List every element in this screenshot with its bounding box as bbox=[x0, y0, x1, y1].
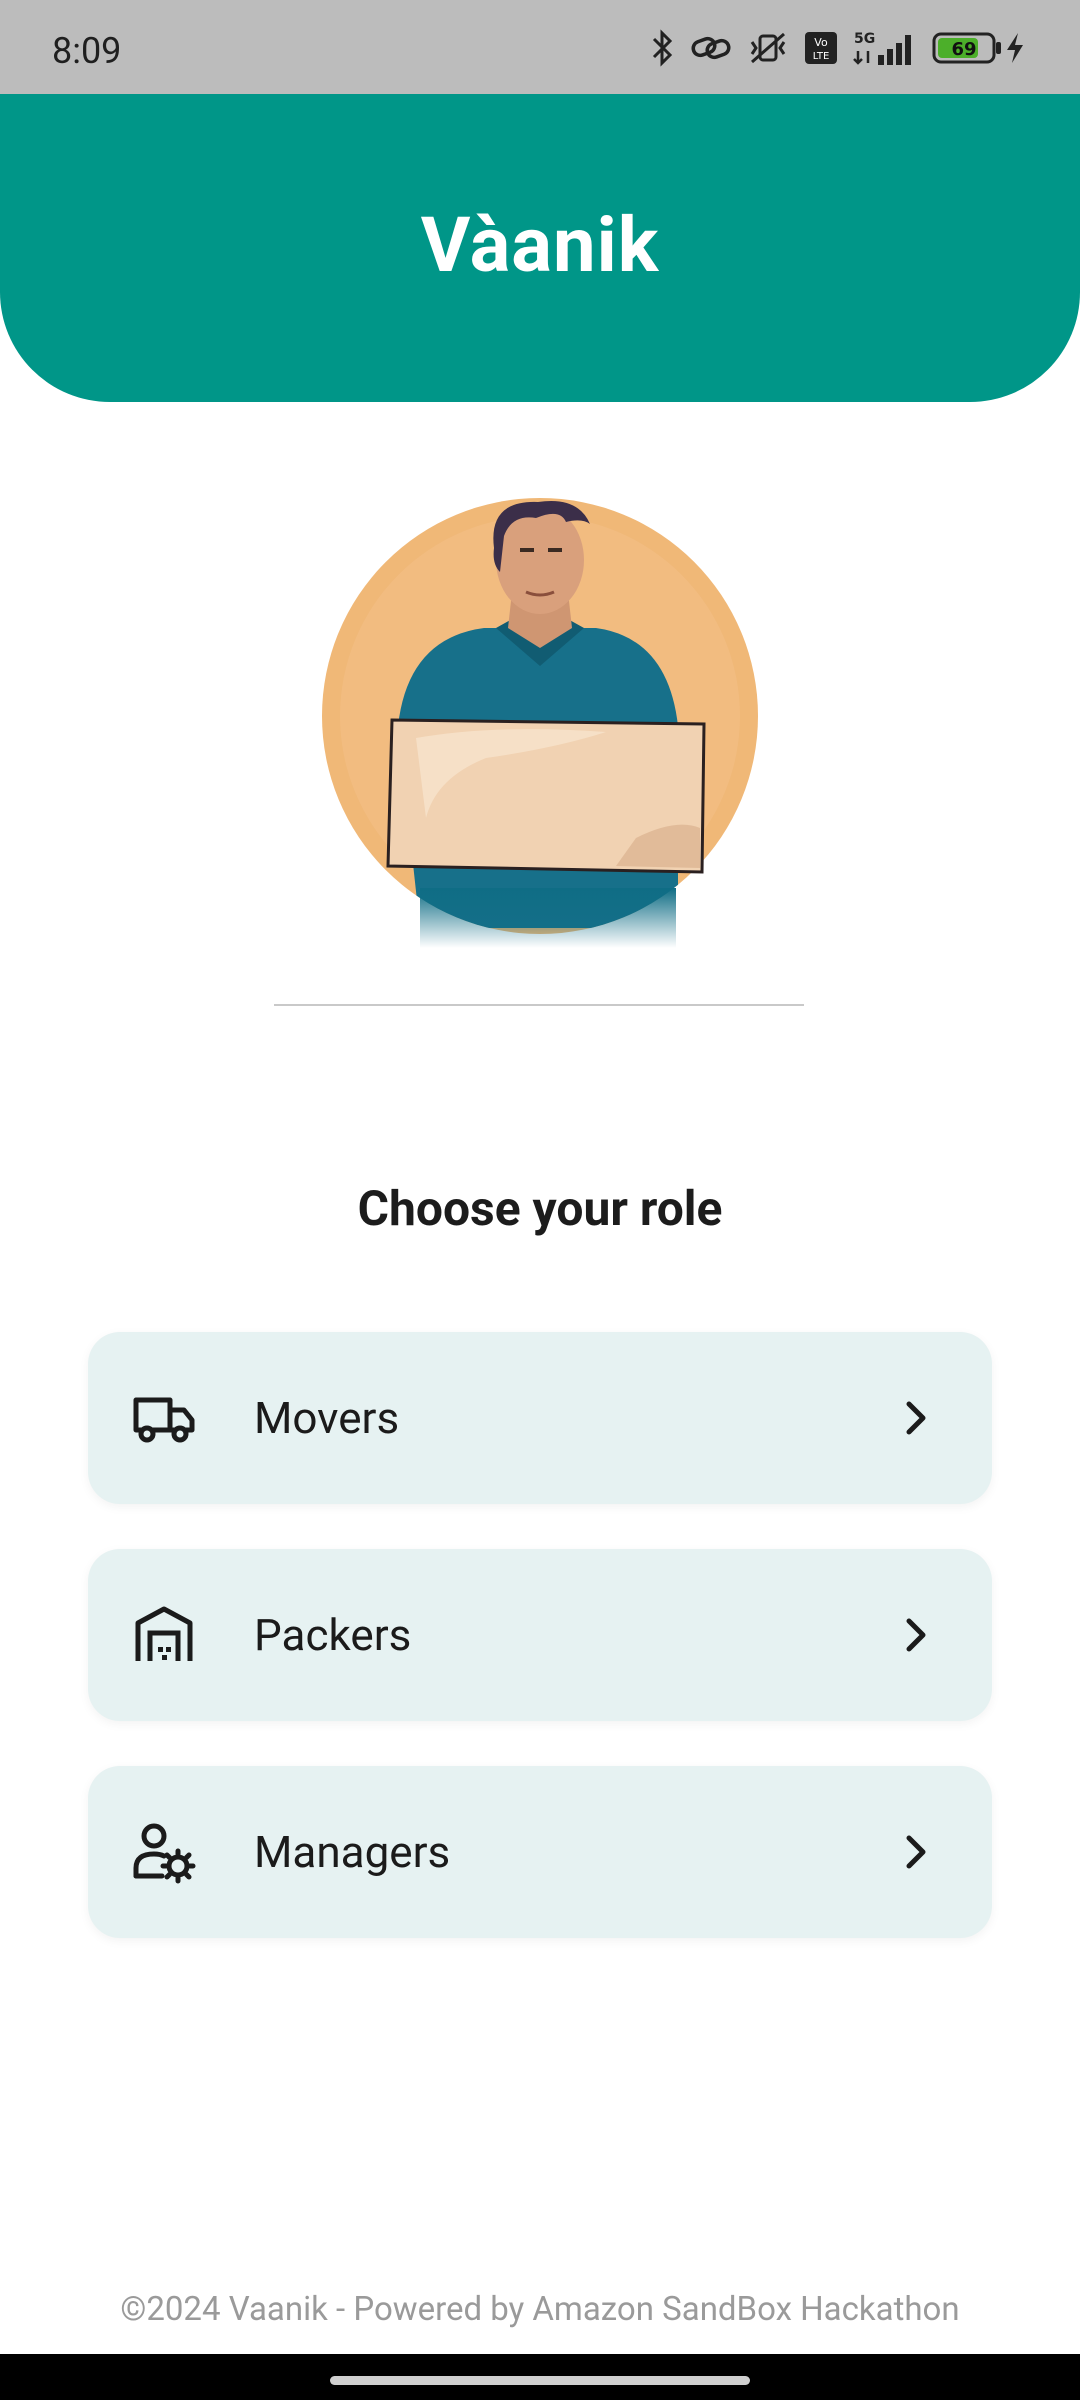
charging-icon bbox=[1007, 33, 1023, 63]
role-label-managers: Managers bbox=[254, 1826, 451, 1878]
link-icon bbox=[691, 36, 731, 60]
battery-level: 69 bbox=[951, 39, 976, 60]
network-label: 5G bbox=[854, 31, 875, 47]
svg-text:LTE: LTE bbox=[813, 51, 830, 62]
volte-icon: Vo LTE bbox=[805, 32, 837, 64]
svg-text:Vo: Vo bbox=[814, 36, 828, 49]
role-label-packers: Packers bbox=[254, 1609, 412, 1661]
chevron-right-icon bbox=[906, 1401, 926, 1435]
section-divider bbox=[274, 1004, 804, 1006]
role-card-managers[interactable]: Managers bbox=[88, 1766, 992, 1938]
user-gear-icon bbox=[133, 1823, 196, 1884]
chevron-right-icon bbox=[906, 1618, 926, 1652]
truck-icon bbox=[133, 1397, 195, 1443]
signal-5g-icon: 5G bbox=[853, 31, 911, 65]
vibrate-mute-icon bbox=[750, 32, 786, 64]
role-card-packers[interactable]: Packers bbox=[88, 1549, 992, 1721]
battery-icon: 69 bbox=[932, 32, 1001, 64]
home-indicator[interactable] bbox=[330, 2376, 750, 2385]
status-time: 8:09 bbox=[52, 30, 122, 72]
footer-copyright: ©2024 Vaanik - Powered by Amazon SandBox… bbox=[120, 2290, 960, 2329]
delivery-man-illustration bbox=[322, 498, 758, 948]
status-bar: 8:09 Vo LTE 5G 69 bbox=[0, 0, 1080, 94]
choose-role-heading: Choose your role bbox=[357, 1180, 723, 1237]
battery-indicator: 69 bbox=[932, 30, 1026, 66]
role-card-movers[interactable]: Movers bbox=[88, 1332, 992, 1504]
chevron-right-icon bbox=[906, 1835, 926, 1869]
warehouse-icon bbox=[135, 1606, 193, 1661]
app-title: Vàanik bbox=[420, 200, 660, 290]
status-icons: Vo LTE 5G 69 bbox=[650, 28, 1026, 68]
role-label-movers: Movers bbox=[254, 1392, 400, 1444]
bluetooth-icon bbox=[652, 29, 673, 67]
